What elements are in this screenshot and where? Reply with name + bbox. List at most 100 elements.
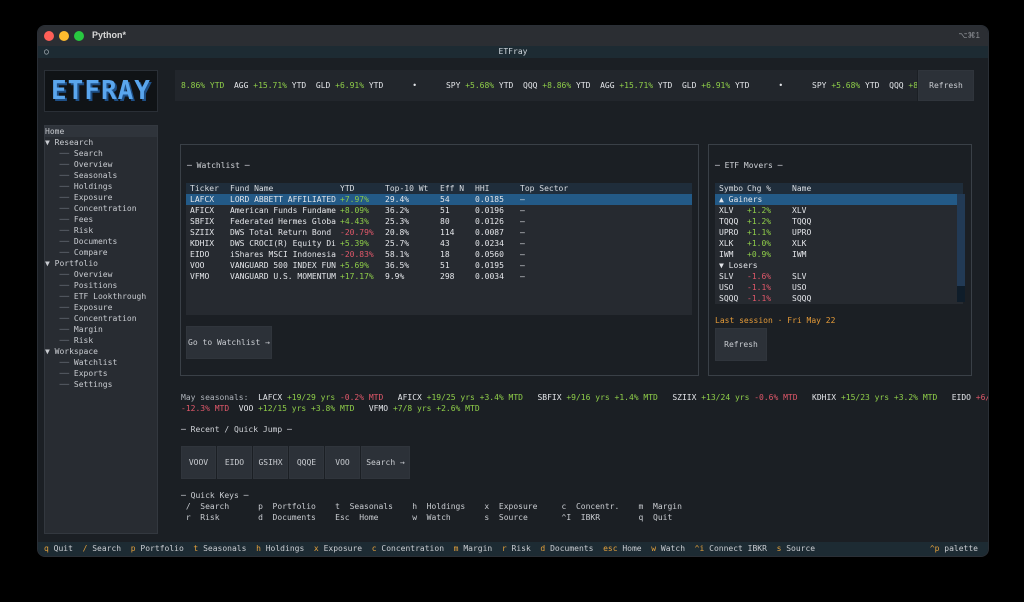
gainers-group[interactable]: ▲ Gainers: [715, 194, 963, 205]
sidebar-item-overview[interactable]: ── Overview: [45, 159, 157, 170]
sidebar-item-fees[interactable]: ── Fees: [45, 214, 157, 225]
movers-scrollbar[interactable]: [957, 194, 965, 302]
statusbar-item-seasonals[interactable]: t Seasonals: [193, 544, 246, 553]
sidebar-item-search[interactable]: ── Search: [45, 148, 157, 159]
sidebar-item-documents[interactable]: ── Documents: [45, 236, 157, 247]
statusbar-item-risk[interactable]: r Risk: [502, 544, 531, 553]
sidebar-item-label: Holdings: [73, 182, 113, 191]
column-header-symbol[interactable]: Symbol: [715, 183, 743, 194]
sidebar-item-positions[interactable]: ── Positions: [45, 280, 157, 291]
title-bar: Python* ⌥⌘1: [38, 26, 988, 46]
statusbar-item-quit[interactable]: q Quit: [44, 544, 73, 553]
cell-sector: –: [520, 250, 525, 259]
table-row[interactable]: SQQQ -1.1% SQQQ: [715, 293, 963, 304]
column-header-top-sector[interactable]: Top Sector: [516, 183, 692, 194]
sidebar-item-holdings[interactable]: ── Holdings: [45, 181, 157, 192]
statusbar-item-portfolio[interactable]: p Portfolio: [131, 544, 184, 553]
sidebar-item-watchlist[interactable]: ── Watchlist: [45, 357, 157, 368]
table-row[interactable]: AFICX American Funds Fundame +8.09% 36.2% 51…: [186, 205, 692, 216]
sidebar-item-exposure[interactable]: ── Exposure: [45, 192, 157, 203]
sidebar-item-exports[interactable]: ── Exports: [45, 368, 157, 379]
table-row[interactable]: XLV +1.2% XLV: [715, 205, 963, 216]
column-header-fund-name[interactable]: Fund Name: [226, 183, 336, 194]
table-row[interactable]: USO -1.1% USO: [715, 282, 963, 293]
ticker-refresh-button[interactable]: Refresh: [918, 70, 974, 101]
seasonal-segment: LAFCX: [258, 393, 287, 402]
sidebar-item-settings[interactable]: ── Settings: [45, 379, 157, 390]
movers-refresh-button[interactable]: Refresh: [715, 328, 767, 361]
sidebar-item-risk[interactable]: ── Risk: [45, 225, 157, 236]
cell-ytd: +7.97%: [340, 195, 369, 204]
table-row[interactable]: UPRO +1.1% UPRO: [715, 227, 963, 238]
sidebar-item-seasonals[interactable]: ── Seasonals: [45, 170, 157, 181]
statusbar-item-margin[interactable]: m Margin: [454, 544, 493, 553]
cell-ytd: -20.83%: [340, 250, 374, 259]
maximize-window-button[interactable]: [74, 31, 84, 41]
command-palette-hint[interactable]: ^p palette: [930, 544, 978, 553]
close-window-button[interactable]: [44, 31, 54, 41]
sidebar-item-workspace[interactable]: ▼ Workspace: [45, 346, 157, 357]
cell-chg: +0.9%: [747, 250, 772, 259]
table-row[interactable]: VOO VANGUARD 500 INDEX FUN +5.69% 36.5% 51 0.…: [186, 260, 692, 271]
statusbar-item-source[interactable]: s Source: [777, 544, 816, 553]
column-header-ticker[interactable]: Ticker: [186, 183, 226, 194]
sidebar-item-research[interactable]: ▼ Research: [45, 137, 157, 148]
movers-scrollbar-thumb[interactable]: [957, 194, 965, 286]
losers-group[interactable]: ▼ Losers: [715, 260, 963, 271]
cell-ticker: KDHIX: [190, 239, 215, 248]
go-to-watchlist-button[interactable]: Go to Watchlist →: [186, 326, 272, 359]
column-header-chg[interactable]: Chg %: [743, 183, 788, 194]
sidebar-item-concentration[interactable]: ── Concentration: [45, 203, 157, 214]
sidebar-item-overview[interactable]: ── Overview: [45, 269, 157, 280]
sidebar-item-portfolio[interactable]: ▼ Portfolio: [45, 258, 157, 269]
sidebar-item-home[interactable]: Home: [45, 126, 157, 137]
table-row[interactable]: VFMO VANGUARD U.S. MOMENTUM +17.17% 9.9% 298…: [186, 271, 692, 282]
statusbar-item-exposure[interactable]: x Exposure: [314, 544, 362, 553]
recent-button-eido[interactable]: EIDO: [217, 446, 252, 479]
sidebar-item-label: Documents: [73, 237, 118, 246]
sidebar-item-label: Seasonals: [73, 171, 118, 180]
column-header-eff-n[interactable]: Eff N: [436, 183, 471, 194]
statusbar-item-search[interactable]: / Search: [83, 544, 122, 553]
table-row[interactable]: KDHIX DWS CROCI(R) Equity Di +5.39% 25.7% 43…: [186, 238, 692, 249]
table-row[interactable]: LAFCX LORD ABBETT AFFILIATED +7.97% 29.4% 54…: [186, 194, 692, 205]
shortcut-key: r: [501, 544, 507, 553]
recent-button-search[interactable]: Search →: [361, 446, 410, 479]
table-row[interactable]: XLK +1.0% XLK: [715, 238, 963, 249]
shortcut-key: p: [130, 544, 136, 553]
sidebar-item-etf-lookthrough[interactable]: ── ETF Lookthrough: [45, 291, 157, 302]
recent-button-qqqe[interactable]: QQQE: [289, 446, 324, 479]
table-row[interactable]: IWM +0.9% IWM: [715, 249, 963, 260]
table-row[interactable]: SBFIX Federated Hermes Globa +4.43% 25.3% 80…: [186, 216, 692, 227]
statusbar-item-holdings[interactable]: h Holdings: [256, 544, 304, 553]
cell-effn: 51: [440, 206, 450, 215]
statusbar-item-documents[interactable]: d Documents: [540, 544, 593, 553]
recent-button-voov[interactable]: VOOV: [181, 446, 216, 479]
table-row[interactable]: SZIIX DWS Total Return Bond -20.79% 20.8% 11…: [186, 227, 692, 238]
column-header-top-10-wt[interactable]: Top-10 Wt: [381, 183, 436, 194]
sidebar-item-margin[interactable]: ── Margin: [45, 324, 157, 335]
table-row[interactable]: TQQQ +1.2% TQQQ: [715, 216, 963, 227]
recent-button-voo[interactable]: VOO: [325, 446, 360, 479]
column-header-ytd[interactable]: YTD: [336, 183, 381, 194]
cell-sector: –: [520, 272, 525, 281]
table-row[interactable]: SLV -1.6% SLV: [715, 271, 963, 282]
sidebar-item-exposure[interactable]: ── Exposure: [45, 302, 157, 313]
cell-symbol: XLK: [719, 239, 734, 248]
recent-button-gsihx[interactable]: GSIHX: [253, 446, 288, 479]
statusbar-item-watch[interactable]: w Watch: [651, 544, 685, 553]
statusbar-item-connect-ibkr[interactable]: ^i Connect IBKR: [695, 544, 767, 553]
table-row[interactable]: EIDO iShares MSCI Indonesia -20.83% 58.1% 18…: [186, 249, 692, 260]
cell-name: USO: [792, 283, 807, 292]
statusbar-item-concentration[interactable]: c Concentration: [372, 544, 444, 553]
ticker-segment: 8.86% YTD: [181, 81, 234, 90]
column-header-name[interactable]: Name: [788, 183, 963, 194]
minimize-window-button[interactable]: [59, 31, 69, 41]
column-header-hhi[interactable]: HHI: [471, 183, 516, 194]
movers-title: ─ ETF Movers ─: [715, 161, 783, 170]
tree-branch: ──: [45, 325, 74, 334]
sidebar-item-concentration[interactable]: ── Concentration: [45, 313, 157, 324]
statusbar-item-home[interactable]: esc Home: [603, 544, 642, 553]
sidebar-item-risk[interactable]: ── Risk: [45, 335, 157, 346]
sidebar-item-compare[interactable]: ── Compare: [45, 247, 157, 258]
